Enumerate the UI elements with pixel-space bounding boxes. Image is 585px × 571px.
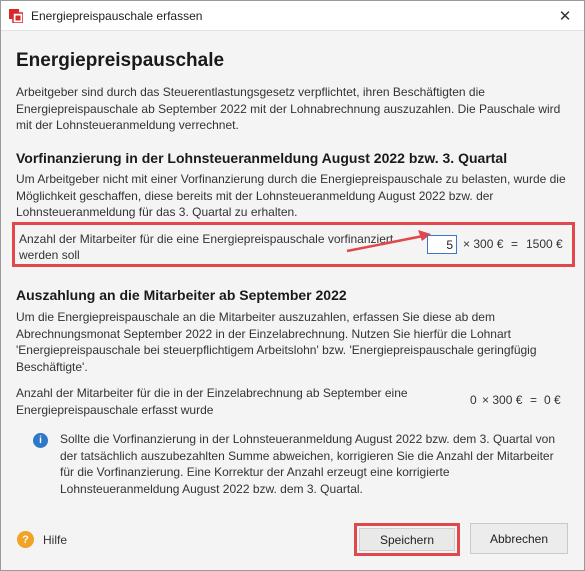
app-logo-icon [9, 9, 23, 23]
payout-count-label: Anzahl der Mitarbeiter für die in der Ei… [16, 386, 408, 417]
payout-title: Auszahlung an die Mitarbeiter ab Septemb… [16, 287, 347, 303]
info-text: Sollte die Vorfinanzierung in der Lohnst… [60, 432, 555, 496]
payout-text: Um die Energiepreispauschale an die Mita… [16, 310, 537, 374]
page-title: Energiepreispauschale [16, 50, 225, 71]
prefinancing-result: 1500 € [526, 237, 563, 251]
payout-count: 0 [470, 393, 477, 407]
payout-multiplier: × 300 € [482, 393, 523, 407]
dialog-footer: ? Hilfe Speichern Abbrechen [2, 520, 583, 570]
close-icon[interactable]: ✕ [554, 5, 576, 27]
cancel-button[interactable]: Abbrechen [470, 523, 568, 554]
help-icon: ? [17, 531, 34, 548]
dialog-window: Energiepreispauschale erfassen ✕ Energie… [0, 0, 585, 571]
info-icon: i [33, 433, 48, 448]
prefinancing-highlight: Anzahl der Mitarbeiter für die eine Ener… [12, 222, 575, 267]
help-link[interactable]: ? Hilfe [17, 531, 67, 548]
prefinancing-text: Um Arbeitgeber nicht mit einer Vorfinanz… [16, 172, 566, 219]
save-button[interactable]: Speichern [359, 528, 455, 551]
prefinancing-equals: = [511, 237, 519, 251]
payout-result: 0 € [544, 393, 561, 407]
payout-equals: = [530, 393, 538, 407]
help-label: Hilfe [43, 532, 68, 547]
prefinancing-title: Vorfinanzierung in der Lohnsteueranmeldu… [16, 150, 508, 166]
window-title: Energiepreispauschale erfassen [31, 9, 203, 23]
save-highlight: Speichern [354, 523, 460, 556]
prefinancing-count-input[interactable] [427, 235, 457, 254]
dialog-content: Energiepreispauschale Arbeitgeber sind d… [2, 32, 583, 520]
prefinancing-multiplier: × 300 € [463, 237, 504, 251]
intro-text: Arbeitgeber sind durch das Steuerentlast… [16, 85, 561, 132]
title-bar: Energiepreispauschale erfassen ✕ [1, 1, 584, 31]
arrow-icon [346, 230, 431, 253]
